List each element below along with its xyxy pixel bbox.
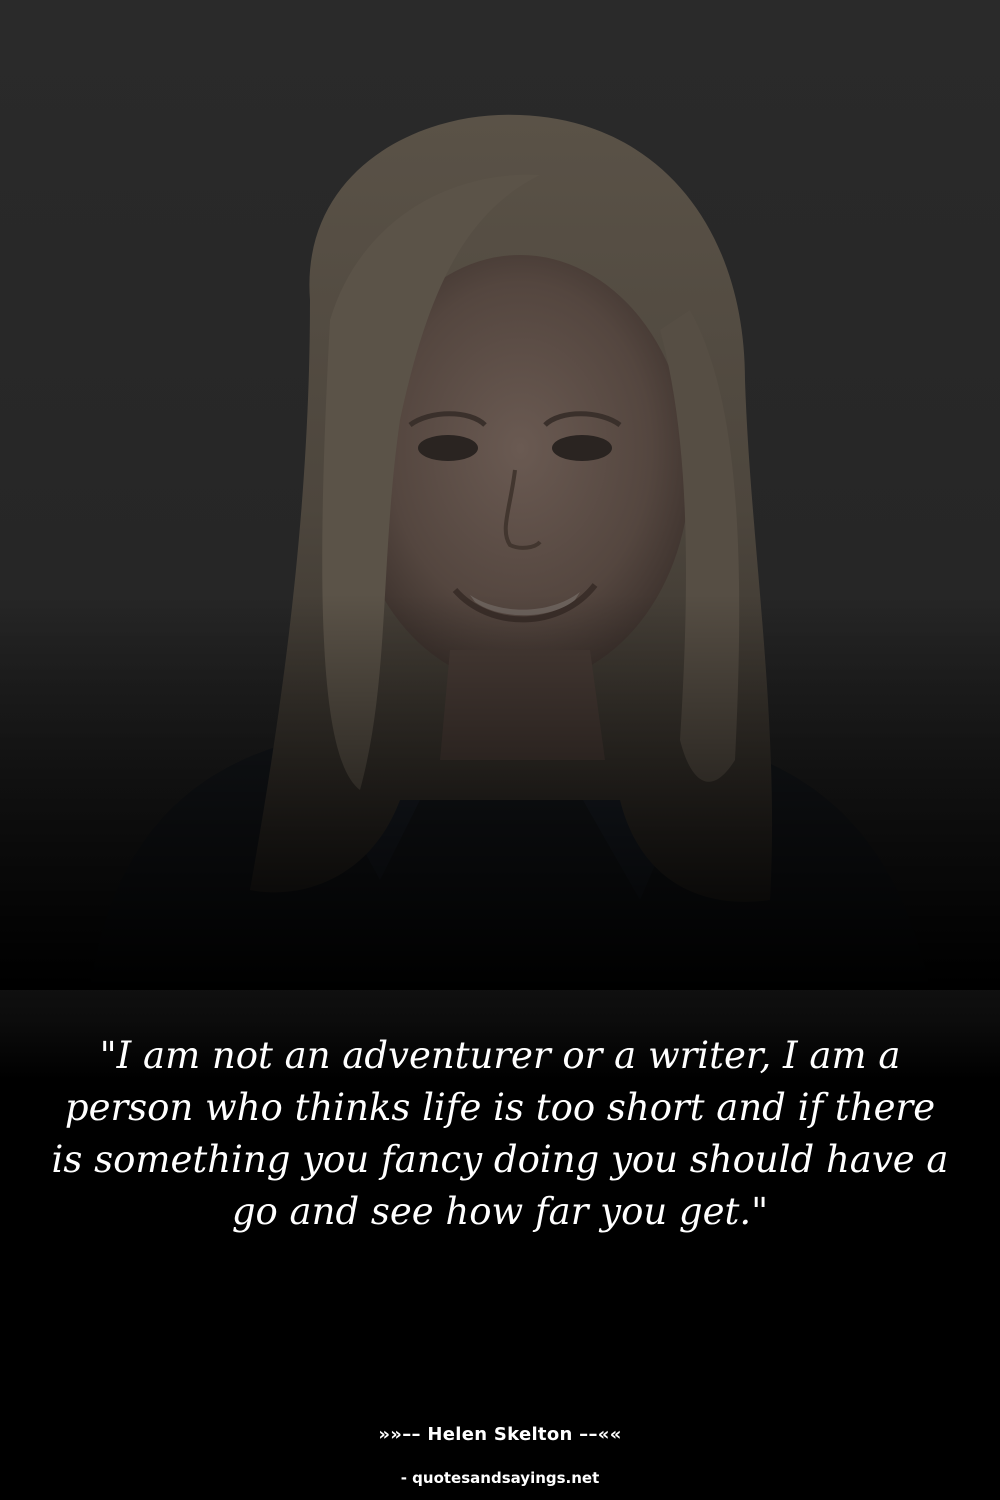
quote-text: "I am not an adventurer or a writer, I a… <box>51 1034 949 1233</box>
quote-author: »»–– Helen Skelton ––«« <box>378 1424 622 1445</box>
quote-card: "I am not an adventurer or a writer, I a… <box>0 0 1000 1500</box>
source-credit: - quotesandsayings.net <box>400 1469 600 1487</box>
portrait-photo <box>0 0 1000 990</box>
